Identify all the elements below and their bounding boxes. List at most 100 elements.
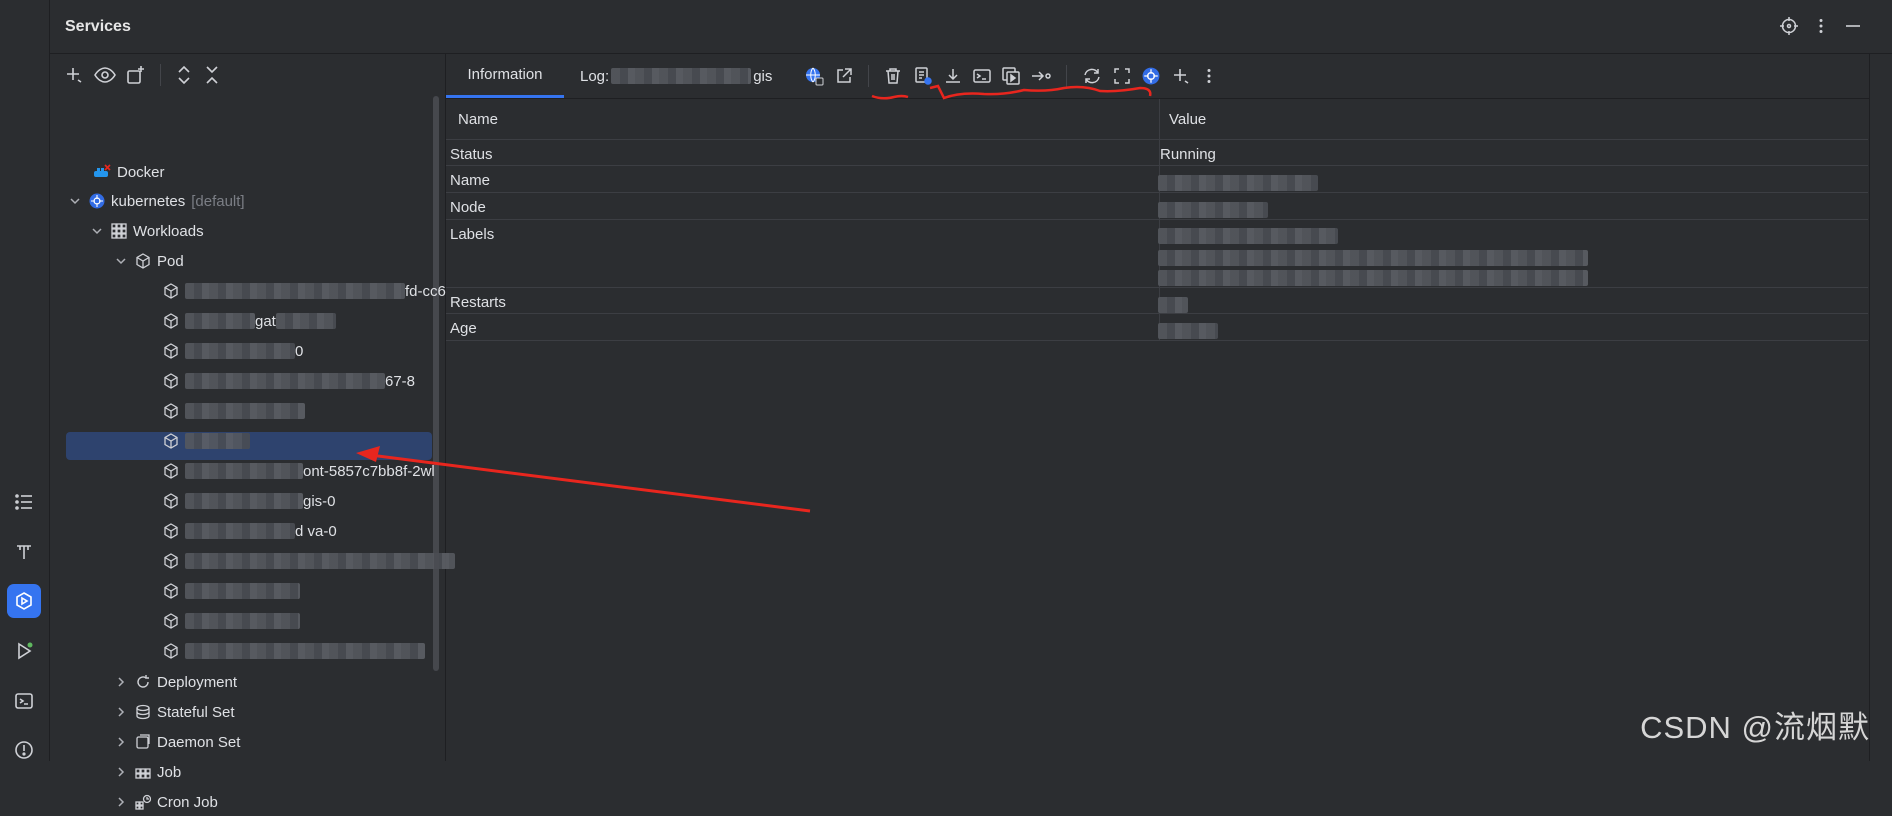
pod-item-selected[interactable]: gis-0 — [163, 487, 336, 515]
pod-name: gat — [255, 312, 276, 330]
chevron-down-icon[interactable] — [113, 255, 129, 267]
redacted-text — [185, 463, 303, 479]
column-header-value[interactable]: Value — [1169, 99, 1206, 139]
describe-resource-icon[interactable] — [913, 66, 933, 86]
pod-item[interactable]: fd-cc6 — [163, 277, 446, 305]
add-icon[interactable] — [1171, 66, 1191, 86]
run-icon[interactable] — [7, 634, 41, 668]
pod-item[interactable] — [163, 427, 250, 455]
redacted-text — [185, 613, 300, 629]
open-external-icon[interactable] — [835, 67, 853, 85]
refresh-icon[interactable] — [1082, 67, 1102, 85]
chevron-right-icon[interactable] — [113, 736, 129, 748]
problems-icon[interactable] — [7, 733, 41, 767]
add-service-icon[interactable] — [64, 65, 84, 85]
pod-item[interactable] — [163, 397, 305, 425]
chevron-right-icon[interactable] — [113, 676, 129, 688]
more-options-icon[interactable] — [1202, 67, 1216, 85]
row-name: Name — [450, 172, 491, 189]
right-tool-strip — [1869, 54, 1892, 761]
pod-cube-icon — [163, 373, 179, 389]
collapse-all-icon[interactable] — [203, 65, 221, 85]
row-name: Labels — [450, 226, 495, 243]
pod-item[interactable] — [163, 547, 455, 575]
daemon-set-icon — [135, 734, 151, 750]
tree-item-pod[interactable]: Pod — [113, 247, 184, 275]
structure-list-icon[interactable] — [7, 485, 41, 519]
services-icon[interactable] — [7, 584, 41, 618]
pod-item[interactable]: 0 — [163, 337, 303, 365]
pod-cube-icon — [163, 493, 179, 509]
redacted-text — [1158, 270, 1588, 286]
tree-item-stateful-set[interactable]: Stateful Set — [113, 698, 235, 726]
chevron-right-icon[interactable] — [113, 796, 129, 808]
chevron-down-icon[interactable] — [89, 225, 105, 237]
column-header-name[interactable]: Name — [458, 99, 498, 139]
tree-item-workloads[interactable]: Workloads — [89, 217, 204, 245]
new-group-icon[interactable] — [126, 65, 146, 85]
tree-item-label: Stateful Set — [157, 703, 235, 721]
tab-log[interactable]: Log: gis — [580, 54, 772, 98]
pod-item[interactable]: 67-8 — [163, 367, 415, 395]
row-name: Age — [450, 320, 477, 337]
redacted-text — [185, 523, 295, 539]
port-forward-globe-icon[interactable] — [804, 66, 824, 86]
pod-item[interactable] — [163, 607, 300, 635]
pod-cube-icon — [163, 463, 179, 479]
terminal-icon[interactable] — [7, 684, 41, 718]
minimize-icon[interactable] — [1844, 17, 1862, 35]
tree-item-job[interactable]: Job — [113, 758, 181, 786]
locate-target-icon[interactable] — [1780, 17, 1798, 35]
view-eye-icon[interactable] — [94, 65, 116, 85]
expand-view-icon[interactable] — [1113, 67, 1131, 85]
tree-item-label: Docker — [117, 163, 165, 181]
pod-item[interactable] — [163, 637, 425, 665]
expand-all-icon[interactable] — [175, 65, 193, 85]
cron-job-clock-icon — [135, 794, 151, 810]
pod-item[interactable] — [163, 577, 300, 605]
tree-item-label: Cron Job — [157, 793, 218, 811]
redacted-text — [1158, 202, 1268, 218]
redacted-text — [185, 313, 255, 329]
tree-item-deployment[interactable]: Deployment — [113, 668, 237, 696]
tree-item-label: Deployment — [157, 673, 238, 691]
redacted-text — [1158, 323, 1218, 339]
pod-cube-icon — [163, 583, 179, 599]
docker-icon — [93, 164, 111, 180]
row-divider — [446, 165, 1868, 166]
kubernetes-icon — [89, 193, 105, 209]
pod-item[interactable]: ont-5857c7bb8f-2wl — [163, 457, 435, 485]
open-console-icon[interactable] — [973, 67, 991, 85]
redacted-text — [185, 343, 295, 359]
chevron-down-icon[interactable] — [67, 195, 83, 207]
tree-item-kubernetes[interactable]: kubernetes [default] — [67, 187, 245, 215]
redacted-text — [185, 403, 305, 419]
tree-item-docker[interactable]: Docker — [93, 158, 165, 186]
row-divider — [446, 313, 1868, 314]
services-tree-panel: Docker kubernetes [default] Workloads Po… — [50, 54, 455, 811]
row-name: Restarts — [450, 294, 506, 311]
pod-cube-icon — [163, 523, 179, 539]
download-icon[interactable] — [944, 67, 962, 85]
tab-information[interactable]: Information — [446, 54, 564, 98]
delete-trash-icon[interactable] — [884, 67, 902, 85]
tree-scrollbar[interactable] — [433, 96, 439, 671]
redacted-text — [185, 373, 385, 389]
redacted-text — [1158, 250, 1588, 266]
row-divider — [446, 287, 1868, 288]
redacted-text — [185, 583, 300, 599]
kubernetes-icon[interactable] — [1142, 67, 1160, 85]
redacted-text — [185, 643, 425, 659]
pod-item[interactable]: gat — [163, 307, 336, 335]
build-hammer-icon[interactable] — [7, 535, 41, 569]
tree-item-daemon-set[interactable]: Daemon Set — [113, 728, 240, 756]
pod-cube-icon — [163, 403, 179, 419]
attach-run-icon[interactable] — [1002, 67, 1020, 85]
chevron-right-icon[interactable] — [113, 706, 129, 718]
tree-item-cron-job[interactable]: Cron Job — [113, 788, 218, 816]
workloads-grid-icon — [111, 223, 127, 239]
more-options-icon[interactable] — [1812, 17, 1830, 35]
chevron-right-icon[interactable] — [113, 766, 129, 778]
forward-arrow-icon[interactable] — [1031, 67, 1051, 85]
pod-item[interactable]: d va-0 — [163, 517, 337, 545]
